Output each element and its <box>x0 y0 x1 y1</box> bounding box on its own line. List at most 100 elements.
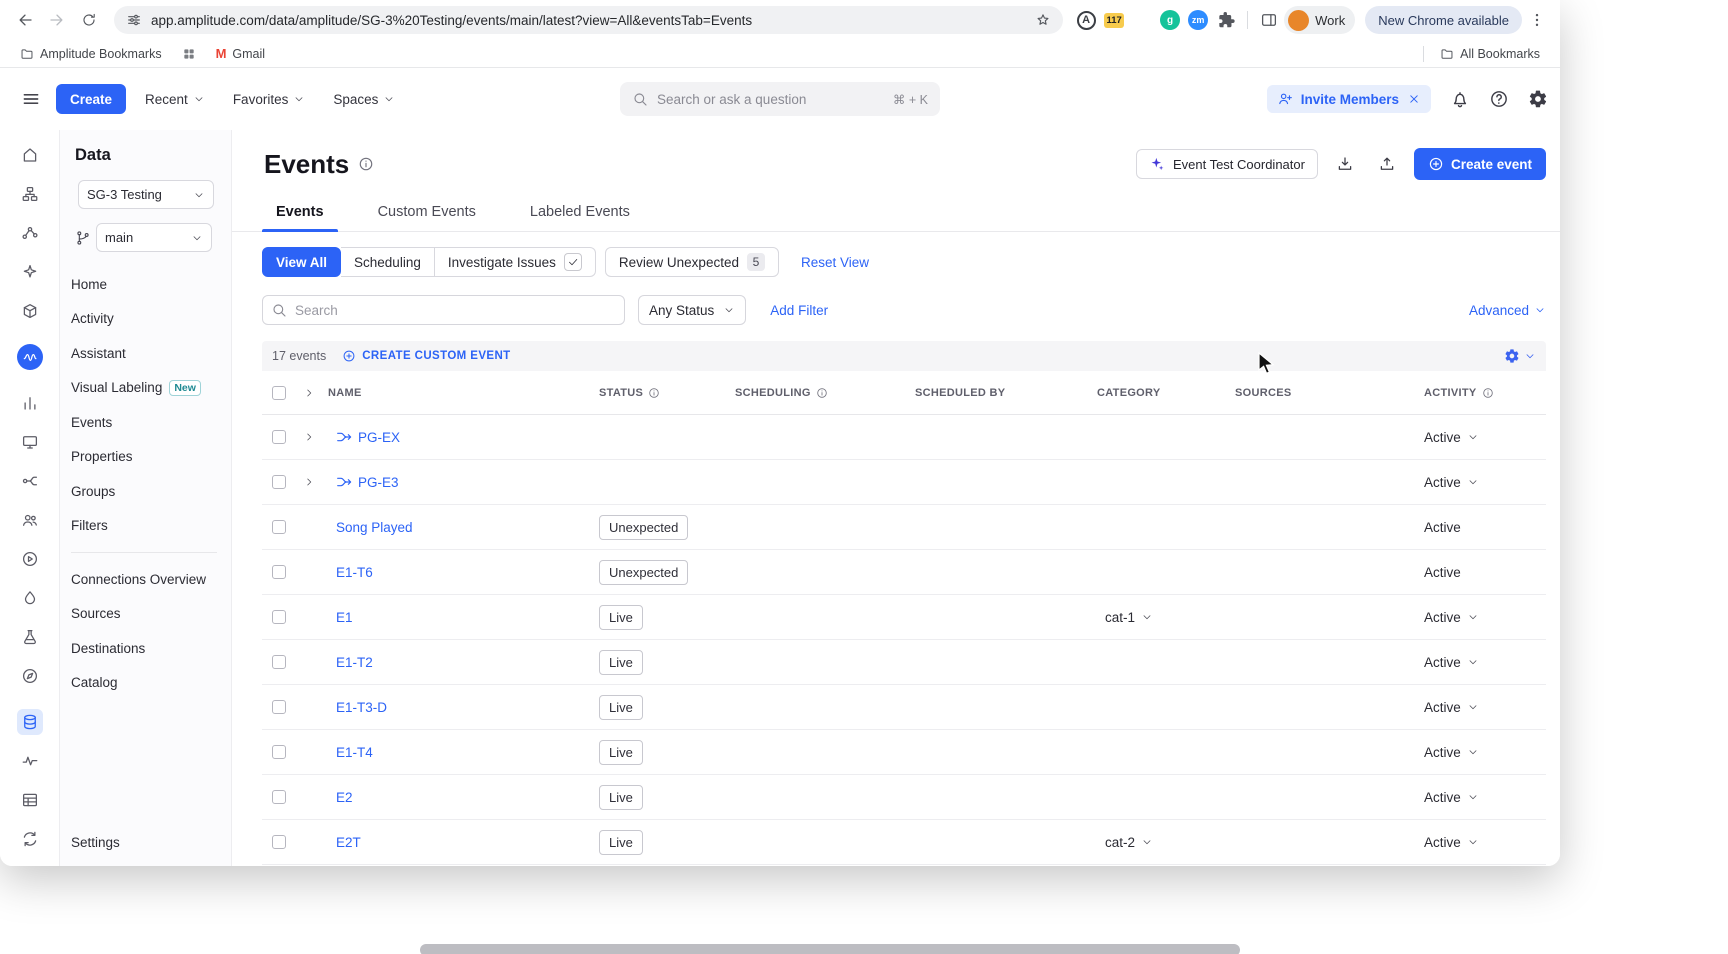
dashboard-monitor-icon[interactable] <box>17 429 43 455</box>
row-checkbox[interactable] <box>272 520 286 534</box>
export-upload-button[interactable] <box>1372 149 1402 179</box>
create-event-button[interactable]: Create event <box>1414 148 1546 180</box>
all-bookmarks-button[interactable]: All Bookmarks <box>1434 45 1546 63</box>
activity-dropdown[interactable]: Active <box>1415 430 1546 445</box>
hamburger-menu-icon[interactable] <box>16 84 46 114</box>
event-name-link[interactable]: E2T <box>336 835 361 850</box>
category-dropdown[interactable]: cat-1 <box>1088 610 1226 625</box>
sidebar-item-visual-labeling[interactable]: Visual Labeling New <box>71 371 221 406</box>
extension-a-icon[interactable]: A <box>1073 7 1099 33</box>
event-name-link[interactable]: PG-EX <box>358 430 400 445</box>
table-row[interactable]: E1 Live cat-1 Active <box>262 595 1546 640</box>
chrome-update-chip[interactable]: New Chrome available <box>1365 6 1522 34</box>
refresh-button[interactable] <box>74 5 104 35</box>
row-checkbox[interactable] <box>272 745 286 759</box>
home-icon[interactable] <box>17 142 43 168</box>
journeys-icon[interactable] <box>17 220 43 246</box>
table-row[interactable]: E1-T3-D Live Active <box>262 685 1546 730</box>
event-name-link[interactable]: E1-T3-D <box>336 700 387 715</box>
data-database-icon[interactable] <box>17 709 43 735</box>
invite-members-button[interactable]: Invite Members <box>1267 85 1431 113</box>
tab-custom-events[interactable]: Custom Events <box>364 194 490 231</box>
sidebar-item-filters[interactable]: Filters <box>71 509 221 544</box>
close-icon[interactable] <box>1407 92 1421 106</box>
project-selector[interactable]: SG-3 Testing <box>78 180 214 209</box>
side-panel-icon[interactable] <box>1256 7 1282 33</box>
activity-dropdown[interactable]: Active <box>1415 655 1546 670</box>
create-button[interactable]: Create <box>56 84 126 114</box>
event-name-link[interactable]: E1-T6 <box>336 565 373 580</box>
sidebar-item-properties[interactable]: Properties <box>71 440 221 475</box>
expand-row-icon[interactable] <box>303 476 315 488</box>
table-row[interactable]: Song Played Unexpected Active <box>262 505 1546 550</box>
activity-dropdown[interactable]: Active <box>1415 700 1546 715</box>
select-all-checkbox[interactable] <box>272 386 286 400</box>
tables-icon[interactable] <box>17 787 43 813</box>
row-checkbox[interactable] <box>272 565 286 579</box>
event-name-link[interactable]: PG-E3 <box>358 475 399 490</box>
extensions-puzzle-icon[interactable] <box>1213 7 1239 33</box>
sidebar-item-catalog[interactable]: Catalog <box>71 666 221 701</box>
sidebar-item-activity[interactable]: Activity <box>71 302 221 337</box>
experiment-flask-icon[interactable] <box>17 624 43 650</box>
url-bar[interactable]: app.amplitude.com/data/amplitude/SG-3%20… <box>114 6 1063 34</box>
row-checkbox[interactable] <box>272 700 286 714</box>
table-row[interactable]: PG-EX Active <box>262 415 1546 460</box>
bookmark-gmail[interactable]: M Gmail <box>210 44 272 63</box>
activity-dropdown[interactable]: Active <box>1415 745 1546 760</box>
site-settings-icon[interactable] <box>126 12 142 28</box>
add-filter-link[interactable]: Add Filter <box>770 303 828 318</box>
events-search-input[interactable] <box>262 295 625 325</box>
advanced-dropdown[interactable]: Advanced <box>1469 303 1546 318</box>
create-custom-event-link[interactable]: CREATE CUSTOM EVENT <box>342 349 510 363</box>
ai-sparkle-icon[interactable] <box>17 259 43 285</box>
tab-labeled-events[interactable]: Labeled Events <box>516 194 644 231</box>
table-row[interactable]: PG-E3 Active <box>262 460 1546 505</box>
info-icon[interactable] <box>358 156 374 172</box>
table-row[interactable]: E2T Live cat-2 Active <box>262 820 1546 865</box>
col-header-category[interactable]: CATEGORY <box>1088 387 1226 399</box>
grammarly-extension-icon[interactable]: g <box>1157 7 1183 33</box>
charts-icon[interactable] <box>17 390 43 416</box>
import-download-button[interactable] <box>1330 149 1360 179</box>
session-replay-icon[interactable] <box>17 546 43 572</box>
browser-menu-icon[interactable] <box>1524 7 1550 33</box>
bookmark-folder-amplitude[interactable]: Amplitude Bookmarks <box>14 45 168 63</box>
activity-dropdown[interactable]: Active <box>1415 475 1546 490</box>
recent-menu[interactable]: Recent <box>136 84 214 114</box>
camera-extension-icon[interactable] <box>1129 7 1155 33</box>
sidebar-item-sources[interactable]: Sources <box>71 597 221 632</box>
flow-icon[interactable] <box>17 468 43 494</box>
scheduling-segment[interactable]: Scheduling <box>341 247 435 277</box>
adblock-extension-icon[interactable]: 117 <box>1101 7 1127 33</box>
favorites-menu[interactable]: Favorites <box>224 84 315 114</box>
view-all-segment[interactable]: View All <box>262 247 341 277</box>
activity-dropdown[interactable]: Active <box>1415 790 1546 805</box>
sidebar-item-settings[interactable]: Settings <box>71 835 120 850</box>
sync-pipelines-icon[interactable] <box>17 826 43 852</box>
table-row[interactable]: E1-T6 Unexpected Active <box>262 550 1546 595</box>
table-row[interactable]: E1-T4 Live Active <box>262 730 1546 775</box>
zoom-extension-icon[interactable]: zm <box>1185 7 1211 33</box>
global-search-input[interactable]: Search or ask a question ⌘ + K <box>620 82 940 116</box>
amplitude-logo-icon[interactable] <box>17 344 43 370</box>
spaces-menu[interactable]: Spaces <box>324 84 404 114</box>
col-header-scheduled-by[interactable]: SCHEDULED BY <box>906 387 1088 399</box>
row-checkbox[interactable] <box>272 610 286 624</box>
event-name-link[interactable]: E1-T2 <box>336 655 373 670</box>
col-header-name[interactable]: NAME <box>322 387 590 399</box>
event-name-link[interactable]: E1-T4 <box>336 745 373 760</box>
sidebar-item-connections-overview[interactable]: Connections Overview <box>71 562 221 597</box>
review-unexpected-segment[interactable]: Review Unexpected 5 <box>605 247 779 277</box>
discover-compass-icon[interactable] <box>17 663 43 689</box>
branch-selector[interactable]: main <box>96 223 212 252</box>
browser-profile-chip[interactable]: Work <box>1284 6 1355 34</box>
col-header-activity[interactable]: ACTIVITY <box>1415 387 1546 399</box>
help-icon[interactable] <box>1489 89 1509 109</box>
back-button[interactable] <box>10 5 40 35</box>
sidebar-item-home[interactable]: Home <box>71 267 221 302</box>
bookmark-apps-grid[interactable] <box>176 45 202 63</box>
col-header-status[interactable]: STATUS <box>590 387 726 399</box>
event-name-link[interactable]: Song Played <box>336 520 413 535</box>
row-checkbox[interactable] <box>272 430 286 444</box>
